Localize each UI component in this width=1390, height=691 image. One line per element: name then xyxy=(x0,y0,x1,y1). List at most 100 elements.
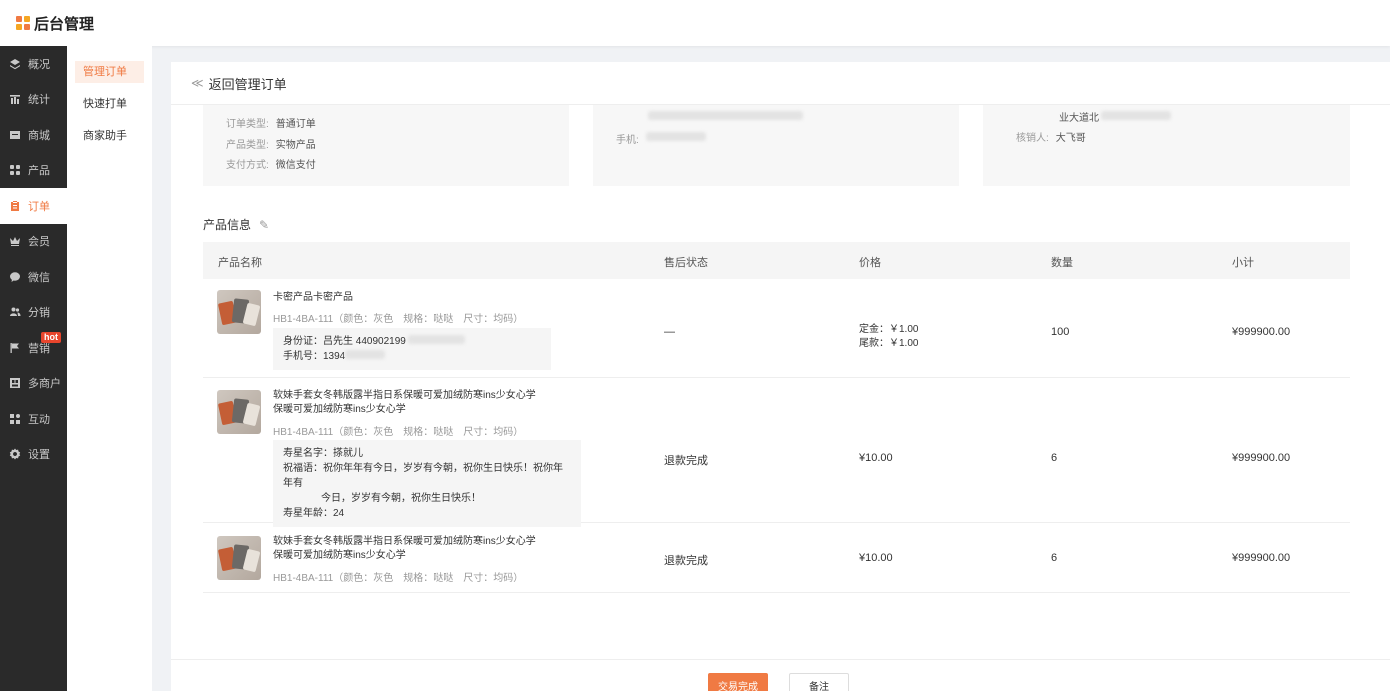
price: ¥10.00 xyxy=(859,452,893,464)
price-balance: 尾款：￥1.00 xyxy=(859,338,919,349)
sidebar-item-members[interactable]: 会员 xyxy=(0,224,67,260)
clipboard-icon xyxy=(9,200,21,212)
blurred-text xyxy=(645,132,706,141)
sidebar-item-multi-merchant[interactable]: 多商户 xyxy=(0,366,67,402)
sidebar-item-stats[interactable]: 统计 xyxy=(0,82,67,118)
logo-icon xyxy=(16,16,30,30)
sidebar-item-overview[interactable]: 概况 xyxy=(0,46,67,82)
blurred-text xyxy=(407,335,465,344)
price: ¥10.00 xyxy=(859,552,893,564)
product-name-line: 保暖可爱加绒防寒ins少女心学 xyxy=(273,550,406,561)
back-link[interactable]: ≪ 返回管理订单 xyxy=(171,62,1390,105)
product-type-value: 实物产品 xyxy=(275,140,316,151)
product-name[interactable]: 软妹手套女冬韩版露半指日系保暖可爱加绒防寒ins少女心学 保暖可爱加绒防寒ins… xyxy=(273,389,536,417)
sidebar-item-label: 互动 xyxy=(28,413,50,426)
extra-line: 手机号：1394 xyxy=(283,351,346,362)
subnav-item-quick-print[interactable]: 快速打单 xyxy=(75,93,144,115)
flag-icon xyxy=(9,342,21,354)
sidebar-item-label: 概况 xyxy=(28,58,50,71)
product-sku: HB1-4BA-111（颜色：灰色 规格：哒哒 尺寸：均码） xyxy=(273,427,524,438)
complete-transaction-button[interactable]: 交易完成 xyxy=(708,673,768,691)
sidebar-item-label: 分销 xyxy=(28,307,50,320)
quantity: 6 xyxy=(1051,552,1058,564)
product-sku: HB1-4BA-111（颜色：灰色 规格：哒哒 尺寸：均码） xyxy=(273,573,524,584)
pay-method-label: 支付方式: xyxy=(226,160,269,171)
edit-icon[interactable]: ✎ xyxy=(259,218,269,232)
product-extra-info: 寿星名字：搽就儿 祝福语：祝你年年有今日，岁岁有今朝，祝你生日快乐！祝你年年有 … xyxy=(273,440,581,527)
column-header: 数量 xyxy=(1051,257,1073,269)
app-title: 后台管理 xyxy=(34,15,95,33)
product-thumbnail[interactable] xyxy=(217,290,261,334)
hot-badge: hot xyxy=(41,332,61,343)
quantity: 6 xyxy=(1051,452,1058,464)
extra-line: 寿星名字：搽就儿 xyxy=(283,448,363,459)
subtotal: ¥999900.00 xyxy=(1232,552,1291,564)
sidebar-item-interaction[interactable]: 互动 xyxy=(0,401,67,437)
section-title: 产品信息 ✎ xyxy=(203,216,269,233)
price-deposit: 定金：￥1.00 xyxy=(859,324,919,335)
grid-icon xyxy=(9,164,21,176)
store-icon xyxy=(9,129,21,141)
product-extra-info: 身份证：吕先生 440902199 手机号：1394 xyxy=(273,328,551,370)
sidebar-item-marketing[interactable]: 营销 hot xyxy=(0,330,67,366)
section-title-text: 产品信息 xyxy=(203,218,252,232)
subnav-item-manage-orders[interactable]: 管理订单 xyxy=(75,61,144,83)
sidebar: 概况 统计 商城 产品 订单 会员 微信 分销 营销 hot 多商户 互动 设置 xyxy=(0,46,67,691)
delivery-info-card: 业大道北 核销人: 大飞哥 xyxy=(983,105,1350,186)
product-type-label: 产品类型: xyxy=(226,140,269,151)
sidebar-item-settings[interactable]: 设置 xyxy=(0,437,67,473)
sidebar-item-label: 多商户 xyxy=(28,378,61,391)
product-sku: HB1-4BA-111（颜色：灰色 规格：哒哒 尺寸：均码） xyxy=(273,314,524,325)
note-button[interactable]: 备注 xyxy=(789,673,849,691)
after-sale-status: — xyxy=(664,326,675,338)
column-header: 小计 xyxy=(1232,257,1254,269)
product-name-line: 软妹手套女冬韩版露半指日系保暖可爱加绒防寒ins少女心学 xyxy=(273,536,536,547)
table-row: 软妹手套女冬韩版露半指日系保暖可爱加绒防寒ins少女心学 保暖可爱加绒防寒ins… xyxy=(203,523,1350,593)
order-info-cards: 订单类型: 普通订单 产品类型: 实物产品 支付方式: 微信支付 手机: 业大道北 核… xyxy=(203,105,1351,186)
blurred-text xyxy=(648,111,803,120)
back-label: 返回管理订单 xyxy=(208,76,287,92)
sidebar-item-label: 会员 xyxy=(28,236,50,249)
verifier-label: 核销人: xyxy=(1016,133,1049,144)
table-header: 产品名称 售后状态 价格 数量 小计 xyxy=(203,242,1350,279)
verifier-value: 大飞哥 xyxy=(1055,133,1086,144)
order-type-value: 普通订单 xyxy=(275,119,316,130)
sub-navigation: 管理订单 快速打单 商家助手 xyxy=(67,46,152,691)
sidebar-item-label: 商城 xyxy=(28,129,50,142)
order-type-label: 订单类型: xyxy=(226,119,269,130)
sidebar-item-wechat[interactable]: 微信 xyxy=(0,259,67,295)
gear-icon xyxy=(9,448,21,460)
sidebar-item-distribution[interactable]: 分销 xyxy=(0,295,67,331)
subtotal: ¥999900.00 xyxy=(1232,452,1291,464)
sidebar-item-label: 微信 xyxy=(28,271,50,284)
double-chevron-left-icon: ≪ xyxy=(191,76,204,90)
product-name[interactable]: 卡密产品卡密产品 xyxy=(273,291,353,305)
sidebar-item-mall[interactable]: 商城 xyxy=(0,117,67,153)
top-bar: 后台管理 xyxy=(0,0,1390,46)
column-header: 售后状态 xyxy=(664,257,708,269)
customer-info-card: 手机: xyxy=(593,105,959,186)
column-header: 价格 xyxy=(859,257,881,269)
users-icon xyxy=(9,306,21,318)
address-partial: 业大道北 xyxy=(1059,113,1099,124)
blurred-text xyxy=(1101,111,1171,120)
product-name[interactable]: 软妹手套女冬韩版露半指日系保暖可爱加绒防寒ins少女心学 保暖可爱加绒防寒ins… xyxy=(273,535,536,563)
sidebar-item-label: 产品 xyxy=(28,165,50,178)
extra-line: 祝福语：祝你年年有今日，岁岁有今朝，祝你生日快乐！祝你年年有 xyxy=(283,463,563,489)
sidebar-item-products[interactable]: 产品 xyxy=(0,153,67,189)
product-name-line: 保暖可爱加绒防寒ins少女心学 xyxy=(273,404,406,415)
extra-line: 身份证：吕先生 440902199 xyxy=(283,336,406,347)
sidebar-item-orders[interactable]: 订单 xyxy=(0,188,67,224)
product-table: 产品名称 售后状态 价格 数量 小计 卡密产品卡密产品 HB1-4BA-111（… xyxy=(203,242,1350,593)
quantity: 100 xyxy=(1051,326,1070,338)
extra-line: 今日，岁岁有今朝，祝你生日快乐！ xyxy=(321,493,481,504)
subtotal: ¥999900.00 xyxy=(1232,326,1291,338)
column-header: 产品名称 xyxy=(218,257,262,269)
product-thumbnail[interactable] xyxy=(217,390,261,434)
extra-line: 寿星年龄：24 xyxy=(283,508,345,519)
subnav-item-merchant-assistant[interactable]: 商家助手 xyxy=(75,125,144,147)
table-row: 卡密产品卡密产品 HB1-4BA-111（颜色：灰色 规格：哒哒 尺寸：均码） … xyxy=(203,279,1350,378)
sidebar-item-label: 订单 xyxy=(28,200,50,213)
sidebar-item-label: 统计 xyxy=(28,94,50,107)
product-thumbnail[interactable] xyxy=(217,536,261,580)
